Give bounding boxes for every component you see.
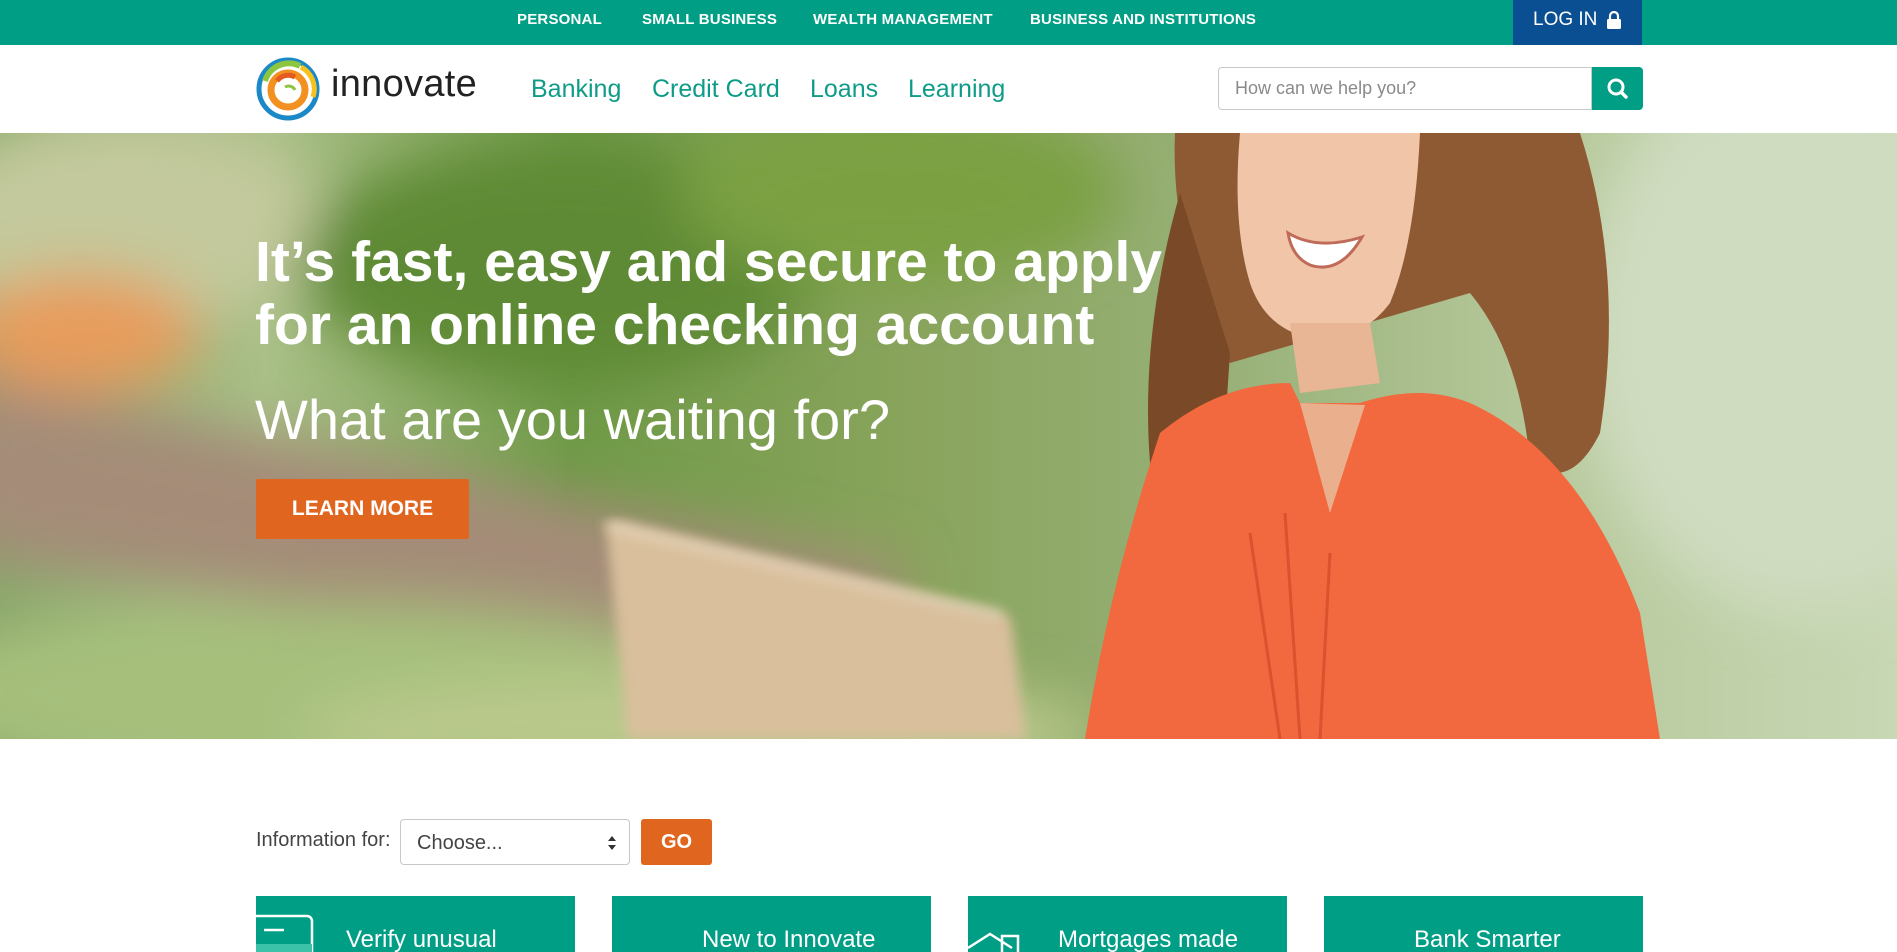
card-icon: [256, 914, 314, 952]
audience-select[interactable]: Choose...: [400, 819, 630, 865]
tile-mortgages-made[interactable]: Mortgages made: [968, 896, 1287, 952]
audience-select-value: Choose...: [417, 832, 503, 854]
search-input[interactable]: [1218, 67, 1592, 110]
nav-learning[interactable]: Learning: [908, 75, 1005, 104]
house-icon: [968, 932, 1020, 952]
tile-verify-unusual[interactable]: Verify unusual: [256, 896, 575, 952]
tile-label: New to Innovate: [702, 926, 876, 952]
hero-title: It’s fast, easy and secure to apply for …: [255, 230, 1163, 357]
logo-wordmark[interactable]: innovate: [331, 63, 477, 106]
hero-banner: It’s fast, easy and secure to apply for …: [0, 133, 1897, 739]
search-button[interactable]: [1592, 67, 1643, 110]
lock-icon: [1607, 11, 1621, 29]
topbar-link-business-institutions[interactable]: BUSINESS AND INSTITUTIONS: [1030, 0, 1256, 45]
tile-label: Verify unusual: [346, 926, 497, 952]
topbar-link-small-business[interactable]: SMALL BUSINESS: [642, 0, 777, 45]
hero-subtitle: What are you waiting for?: [255, 388, 890, 451]
go-button[interactable]: GO: [641, 819, 712, 865]
tile-new-to-innovate[interactable]: New to Innovate: [612, 896, 931, 952]
nav-banking[interactable]: Banking: [531, 75, 621, 104]
top-utility-bar: PERSONAL SMALL BUSINESS WEALTH MANAGEMEN…: [0, 0, 1897, 45]
nav-credit-card[interactable]: Credit Card: [652, 75, 780, 104]
information-for-label: Information for:: [256, 829, 391, 851]
tile-label: Bank Smarter: [1414, 926, 1561, 952]
learn-more-button[interactable]: LEARN MORE: [256, 479, 469, 539]
login-button[interactable]: LOG IN: [1513, 0, 1642, 45]
main-header: innovate Banking Credit Card Loans Learn…: [0, 45, 1897, 133]
tile-label: Mortgages made: [1058, 926, 1239, 952]
topbar-link-wealth-management[interactable]: WEALTH MANAGEMENT: [813, 0, 993, 45]
tile-bank-smarter[interactable]: Bank Smarter: [1324, 896, 1643, 952]
select-arrows-icon: [608, 836, 616, 850]
search-icon: [1607, 78, 1628, 99]
topbar-link-personal[interactable]: PERSONAL: [517, 0, 602, 45]
login-label: LOG IN: [1533, 9, 1598, 30]
innovate-logo-icon[interactable]: [255, 57, 323, 121]
nav-loans[interactable]: Loans: [810, 75, 878, 104]
